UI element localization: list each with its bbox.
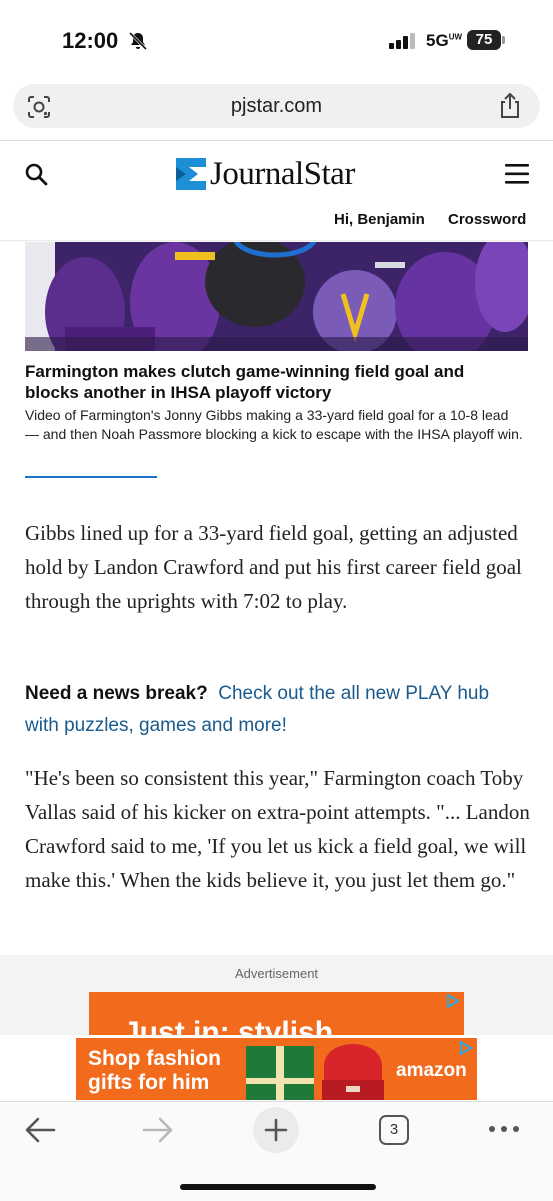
adchoices-icon[interactable] (445, 994, 461, 1008)
search-icon[interactable] (24, 162, 48, 186)
ad-label: Advertisement (234, 966, 319, 981)
video-thumbnail[interactable] (25, 242, 528, 351)
divider (0, 140, 553, 141)
more-icon[interactable] (487, 1122, 521, 1136)
caption-divider (25, 476, 157, 478)
article-paragraph: "He's been so consistent this year," Far… (25, 766, 530, 892)
user-greeting[interactable]: Hi, Benjamin (334, 211, 425, 228)
forward-icon[interactable] (142, 1116, 174, 1144)
journal-star-logo-mark (176, 158, 206, 190)
status-time: 12:00 (62, 28, 119, 53)
article-paragraph: Gibbs lined up for a 33-yard field goal,… (25, 521, 522, 613)
new-tab-button[interactable] (253, 1107, 299, 1153)
crossword-link[interactable]: Crossword (448, 211, 526, 228)
network-indicator: 5GUW (426, 31, 463, 50)
battery-indicator: 75 (467, 30, 507, 50)
home-indicator[interactable] (180, 1184, 376, 1190)
menu-icon[interactable] (505, 164, 529, 184)
amazon-ad-banner[interactable]: Shop fashion gifts for him amazon (76, 1038, 477, 1100)
bell-slash-icon (128, 31, 148, 51)
url-text[interactable]: pjstar.com (0, 95, 553, 118)
share-icon[interactable] (498, 92, 522, 120)
back-icon[interactable] (24, 1116, 56, 1144)
amazon-logo: amazon (396, 1060, 467, 1081)
play-hub-promo: Need a news break? Check out the all new… (25, 678, 525, 742)
journal-star-logo[interactable]: JournalStar (210, 156, 355, 193)
ad-banner[interactable]: Just in: stylish (89, 992, 464, 1035)
signal-icon (389, 33, 415, 49)
ad-headline: Shop fashion (88, 1047, 221, 1070)
gift-box-image (246, 1046, 314, 1100)
ad-subheadline: gifts for him (88, 1071, 210, 1094)
adchoices-icon[interactable] (458, 1041, 474, 1055)
plus-icon (264, 1118, 288, 1142)
promo-lead: Need a news break? (25, 683, 208, 704)
ad-banner-text: Just in: stylish (123, 1016, 334, 1035)
tabs-button[interactable]: 3 (379, 1115, 409, 1145)
video-caption-body: Video of Farmington's Jonny Gibbs making… (25, 407, 523, 442)
video-caption-title[interactable]: Farmington makes clutch game-winning fie… (25, 361, 515, 403)
beanie-image (322, 1044, 384, 1100)
